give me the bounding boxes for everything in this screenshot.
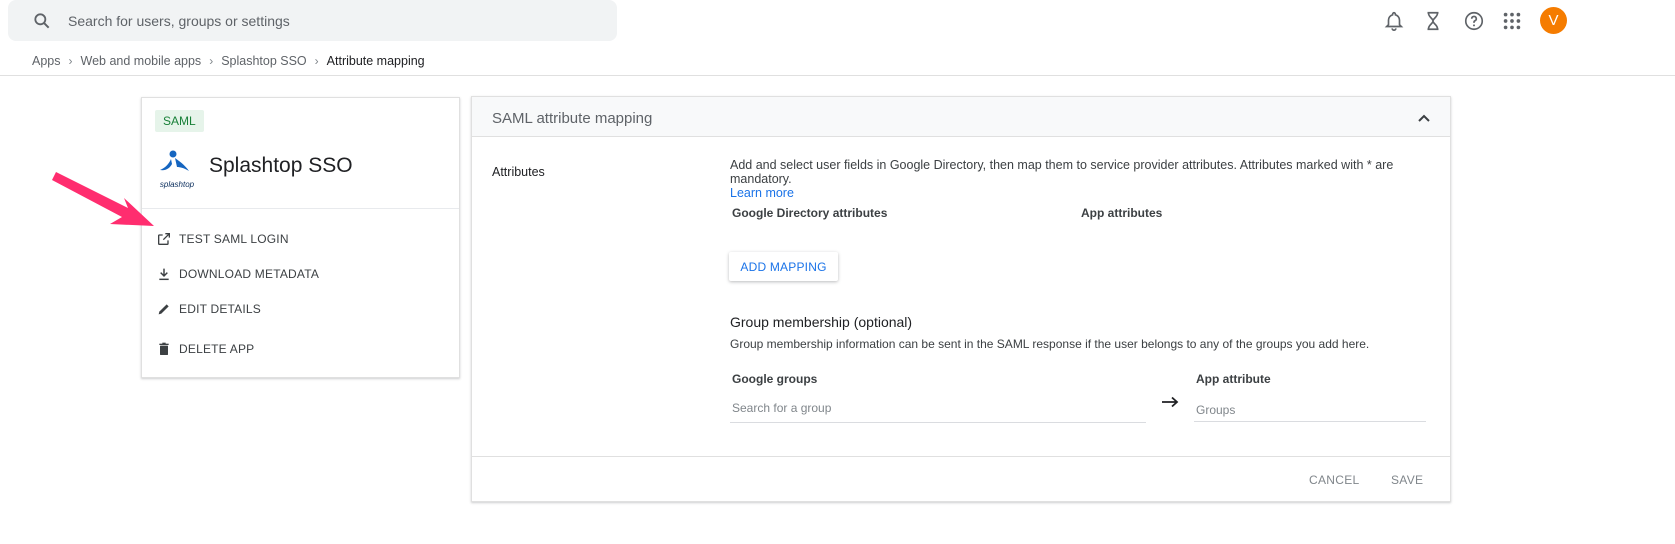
test-saml-login-label: TEST SAML LOGIN [179,232,289,246]
cancel-button[interactable]: CANCEL [1309,473,1359,487]
top-bar: V [0,0,1675,48]
search-input[interactable] [66,10,590,32]
breadcrumb-apps[interactable]: Apps [32,54,61,68]
chevron-right-icon: › [314,53,319,68]
header-divider [0,75,1675,76]
open-in-new-icon [158,233,170,245]
group-membership-description: Group membership information can be sent… [730,337,1370,351]
save-button[interactable]: SAVE [1391,473,1423,487]
google-groups-label: Google groups [732,372,818,386]
card-divider [142,208,459,209]
pencil-icon [158,304,169,315]
download-icon [159,268,169,281]
app-attribute-label: App attribute [1196,372,1271,386]
attributes-label: Attributes [492,165,545,179]
annotation-arrow-icon [52,172,154,226]
delete-app-label: DELETE APP [179,342,255,356]
footer-divider [472,456,1450,457]
search-box[interactable] [8,0,617,41]
help-icon[interactable] [1463,10,1485,32]
chevron-right-icon: › [68,53,73,68]
avatar[interactable]: V [1540,7,1567,34]
google-groups-search-input[interactable] [730,394,1146,423]
splashtop-logo-icon [160,150,189,171]
arrow-right-icon [1162,396,1179,408]
app-logo: splashtop [157,148,197,192]
edit-details-label: EDIT DETAILS [179,302,261,316]
apps-grid-icon[interactable] [1501,10,1523,32]
breadcrumb-current: Attribute mapping [326,53,425,68]
breadcrumb-app[interactable]: Splashtop SSO [221,54,306,68]
attributes-description: Add and select user fields in Google Dir… [730,158,1430,200]
app-attributes-header: App attributes [1081,206,1163,220]
breadcrumb: Apps › Web and mobile apps › Splashtop SSO › A… [32,53,425,69]
group-membership-title: Group membership (optional) [730,314,913,330]
attribute-mapping-panel: SAML attribute mapping Attributes Add an… [471,96,1451,502]
hourglass-icon[interactable] [1422,10,1444,32]
app-summary-card: SAML splashtop Splashtop SSO TEST SAML L… [141,97,460,378]
saml-badge: SAML [155,110,204,132]
app-attribute-input[interactable] [1194,399,1426,422]
app-name: Splashtop SSO [209,154,353,177]
breadcrumb-web-mobile-apps[interactable]: Web and mobile apps [81,54,202,68]
download-metadata-label: DOWNLOAD METADATA [179,267,320,281]
learn-more-link[interactable]: Learn more [730,186,794,200]
trash-icon [159,342,169,355]
chevron-right-icon: › [209,53,214,68]
add-mapping-button[interactable]: ADD MAPPING [729,252,838,281]
chevron-up-icon[interactable] [1416,111,1432,125]
bell-icon[interactable] [1383,10,1405,32]
attributes-description-text: Add and select user fields in Google Dir… [730,158,1394,186]
google-directory-attributes-header: Google Directory attributes [732,206,888,220]
panel-header[interactable]: SAML attribute mapping [472,97,1450,137]
app-logo-wordmark: splashtop [159,180,195,189]
panel-title: SAML attribute mapping [492,110,653,127]
search-icon [34,13,50,29]
